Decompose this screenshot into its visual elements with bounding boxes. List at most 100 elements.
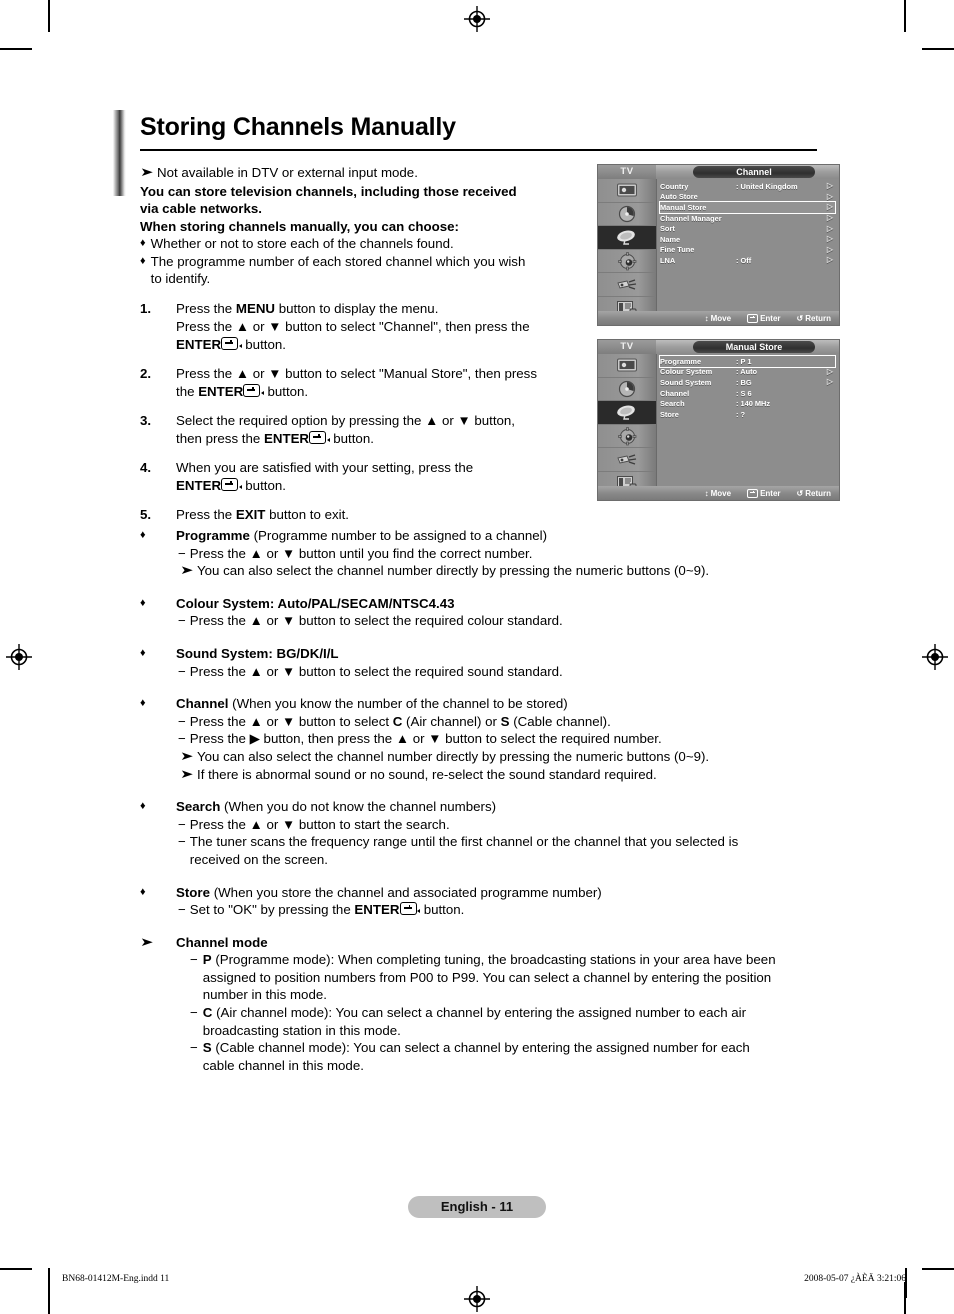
osd-row-lna[interactable]: LNA : Off ▷ xyxy=(660,255,835,266)
step-2-number: 2. xyxy=(140,366,152,381)
channel-mode-p-line-2: assigned to position numbers from P00 to… xyxy=(202,969,772,985)
osd-row-sort[interactable]: Sort ▷ xyxy=(660,223,835,234)
picture-icon[interactable] xyxy=(598,354,656,378)
osd-row-value: : P 1 xyxy=(736,356,752,366)
option-sound-system-dash-1: − Press the ▲ or ▼ button to select the r… xyxy=(176,663,860,681)
option-colour-system-title: Colour System: Auto/PAL/SECAM/NTSC4.43 xyxy=(176,595,455,611)
osd-menu-title: Channel xyxy=(693,166,815,178)
enter-key-icon xyxy=(221,337,239,350)
channel-mode-s-key: S xyxy=(202,1040,212,1056)
osd-sidebar xyxy=(598,354,657,496)
channel-mode-c-key: C xyxy=(202,1005,213,1021)
osd-row-fine-tune[interactable]: Fine Tune ▷ xyxy=(660,245,835,256)
return-arrow-icon: ↺ xyxy=(796,488,804,498)
osd-row-label: Store xyxy=(660,409,679,419)
option-store-dash-1-a: Set to "OK" by pressing the xyxy=(189,902,355,918)
setup-gear-icon[interactable] xyxy=(598,425,656,449)
osd-hint-move-label: Move xyxy=(710,488,732,498)
dash-icon: − xyxy=(178,713,186,729)
dash-icon: − xyxy=(178,816,186,832)
osd-hint-enter-label: Enter xyxy=(760,488,781,498)
option-sound-system-title: Sound System: BG/DK/I/L xyxy=(176,645,339,661)
osd-footer-hints: ↕ Move Enter ↺ Return xyxy=(598,311,839,325)
chevron-right-icon: ▷ xyxy=(826,244,833,254)
option-store-title-line: Store (When you store the channel and as… xyxy=(176,884,860,902)
option-search-dash-1-text: Press the ▲ or ▼ button to start the sea… xyxy=(189,816,450,832)
osd-hint-move: ↕ Move xyxy=(705,489,731,498)
osd-row-value: : 140 MHz xyxy=(736,399,771,409)
step-5: 5. Press the EXIT button to exit. xyxy=(140,506,600,524)
osd-hint-enter-label: Enter xyxy=(760,313,781,323)
osd-row-search[interactable]: Search : 140 MHz xyxy=(660,398,835,409)
intro-bullet-1: ♦ Whether or not to store each of the ch… xyxy=(140,235,600,253)
osd-row-country[interactable]: Country : United Kingdom ▷ xyxy=(660,181,835,192)
osd-row-auto-store[interactable]: Auto Store ▷ xyxy=(660,192,835,203)
step-3-text-a: then press the xyxy=(176,431,264,446)
osd-row-channel[interactable]: Channel : S 6 xyxy=(660,388,835,399)
step-1: 1. Press the MENU button to display the … xyxy=(140,300,600,354)
step-2-line-2: the ENTER button. xyxy=(176,383,600,401)
diamond-bullet-icon: ♦ xyxy=(140,885,146,898)
osd-row-colour-system[interactable]: Colour System : Auto ▷ xyxy=(660,367,835,378)
step-3-line-2: then press the ENTER button. xyxy=(176,430,600,448)
osd-row-name[interactable]: Name ▷ xyxy=(660,234,835,245)
channel-mode-c: − C (Air channel mode): You can select a … xyxy=(176,1004,860,1039)
step-1-line-2: Press the ▲ or ▼ button to select "Chann… xyxy=(176,319,530,334)
option-programme-title-rest: (Programme number to be assigned to a ch… xyxy=(249,528,548,543)
option-store-title: Store xyxy=(176,884,210,900)
step-1-text-a: Press the xyxy=(176,301,236,316)
option-channel-dash-1: − Press the ▲ or ▼ button to select C (Ai… xyxy=(176,713,860,731)
osd-row-manual-store[interactable]: Manual Store ▷ xyxy=(659,201,836,214)
option-search-title-rest: (When you do not know the channel number… xyxy=(220,799,497,815)
osd-row-label: Auto Store xyxy=(660,192,698,202)
cable-channel-key: S xyxy=(500,713,510,729)
sound-icon[interactable] xyxy=(598,378,656,402)
osd-row-label: Channel xyxy=(660,388,690,398)
input-plug-icon[interactable] xyxy=(598,273,656,297)
channel-mode-s-line-1: (Cable channel mode): You can select a c… xyxy=(211,1040,750,1056)
option-colour-system: ♦ Colour System: Auto/PAL/SECAM/NTSC4.43… xyxy=(140,595,860,630)
step-3-line-1: Select the required option by pressing t… xyxy=(176,413,515,428)
diamond-bullet-icon: ♦ xyxy=(140,697,146,710)
enter-button-label: ENTER xyxy=(176,478,222,493)
intro-bullet-2-text-line-2: to identify. xyxy=(150,271,211,286)
osd-menu-rows: Country : United Kingdom ▷ Auto Store ▷ … xyxy=(659,181,836,266)
input-plug-icon[interactable] xyxy=(598,448,656,472)
setup-gear-icon[interactable] xyxy=(598,250,656,274)
diamond-bullet-icon: ♦ xyxy=(140,596,146,609)
osd-row-label: Fine Tune xyxy=(660,245,695,255)
sound-icon[interactable] xyxy=(598,203,656,227)
osd-row-programme[interactable]: Programme : P 1 xyxy=(659,355,836,368)
numbered-steps: 1. Press the MENU button to display the … xyxy=(140,300,600,535)
intro-bold-line-1: You can store television channels, inclu… xyxy=(140,183,517,199)
channel-mode-p-line-3: number in this mode. xyxy=(202,987,327,1003)
picture-icon[interactable] xyxy=(598,179,656,203)
osd-sidebar xyxy=(598,179,657,321)
step-5-line-1: Press the EXIT button to exit. xyxy=(176,506,600,524)
option-programme-dash-1: − Press the ▲ or ▼ button until you find … xyxy=(176,545,860,563)
osd-row-channel-manager[interactable]: Channel Manager ▷ xyxy=(660,213,835,224)
diamond-bullet-icon: ♦ xyxy=(140,237,146,249)
osd-screenshot-channel-menu: TV Channel Country: United Kingdom ▷ Au… xyxy=(597,164,840,326)
osd-row-sound-system[interactable]: Sound System : BG ▷ xyxy=(660,377,835,388)
channel-dish-icon[interactable] xyxy=(598,401,656,425)
page-title: Storing Channels Manually xyxy=(140,113,456,141)
step-2-body: Press the ▲ or ▼ button to select "Manua… xyxy=(176,365,600,401)
osd-hint-move-label: Move xyxy=(710,313,732,323)
osd-row-store[interactable]: Store : ? xyxy=(660,409,835,420)
enter-key-icon xyxy=(221,478,239,491)
channel-mode-p-key: P xyxy=(202,952,212,968)
step-3: 3. Select the required option by pressin… xyxy=(140,412,600,448)
option-channel-title-rest: (When you know the number of the channel… xyxy=(228,696,568,712)
osd-row-value: : United Kingdom xyxy=(736,181,798,191)
option-sound-system: ♦ Sound System: BG/DK/I/L − Press the ▲ o… xyxy=(140,645,860,680)
diamond-bullet-icon: ♦ xyxy=(140,529,146,541)
chevron-right-icon: ▷ xyxy=(826,181,833,191)
option-channel-note-2-text: If there is abnormal sound or no sound, … xyxy=(197,766,657,782)
option-channel-dash-1-a: Press the ▲ or ▼ button to select xyxy=(189,713,393,729)
osd-row-label: Colour System xyxy=(660,367,713,377)
option-channel-dash-1-c: (Air channel) or xyxy=(402,713,501,729)
chevron-right-icon: ▷ xyxy=(826,202,833,212)
channel-dish-icon[interactable] xyxy=(598,226,656,250)
updown-arrow-icon: ↕ xyxy=(704,313,709,323)
